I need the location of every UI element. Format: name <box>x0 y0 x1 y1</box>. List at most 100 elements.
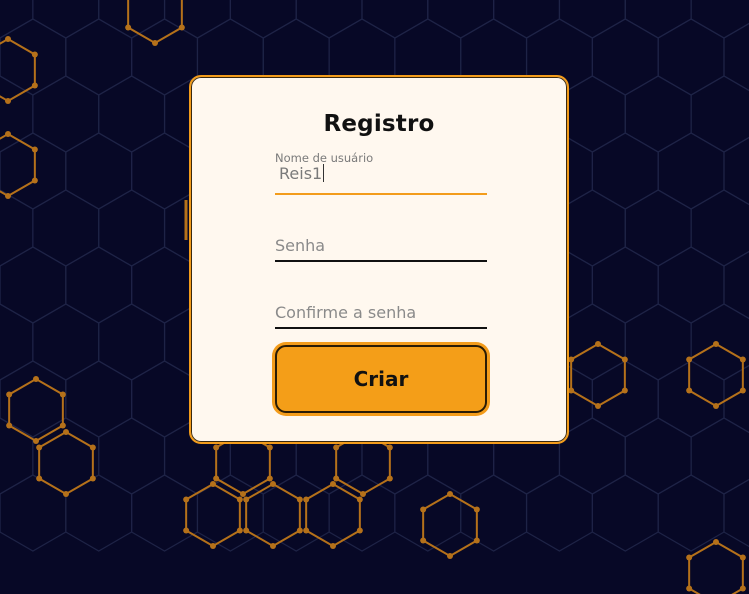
faint-hexagon <box>525 474 593 552</box>
hex-node-dot <box>270 543 276 549</box>
hex-node-dot <box>266 475 273 482</box>
faint-hexagon <box>591 246 659 324</box>
hex-node-dot <box>296 496 303 503</box>
faint-hexagon <box>591 474 659 552</box>
username-underline <box>275 193 487 195</box>
confirm-password-field[interactable]: Confirme a senha <box>275 302 487 332</box>
hex-node-dot <box>621 387 628 394</box>
faint-hexagon <box>0 0 34 39</box>
faint-hexagon <box>558 189 626 267</box>
create-button[interactable]: Criar <box>275 345 487 413</box>
hex-node-dot <box>36 475 43 482</box>
faint-hexagon <box>558 0 626 39</box>
hex-node-dot <box>6 391 13 398</box>
faint-hexagon <box>723 478 749 548</box>
hex-node-dot <box>243 527 250 534</box>
hex-node-dot <box>621 356 628 363</box>
username-field[interactable]: Nome de usuário Reis1 <box>275 151 487 197</box>
hex-node-dot <box>33 376 39 382</box>
hex-node-dot <box>386 444 393 451</box>
hex-node-dot <box>63 491 69 497</box>
hex-node-dot <box>595 403 601 409</box>
faint-hexagon <box>98 189 166 267</box>
faint-hexagon <box>690 189 749 267</box>
hex-node-dot <box>686 356 693 363</box>
faint-hexagon <box>361 0 429 39</box>
username-label: Nome de usuário <box>275 151 374 165</box>
hex-node-dot <box>330 543 336 549</box>
faint-hexagon <box>558 303 626 381</box>
hex-node-dot <box>296 527 303 534</box>
text-caret <box>323 164 325 182</box>
faint-hexagon <box>32 0 100 39</box>
faint-hexagon <box>690 0 749 39</box>
hex-node-dot <box>63 429 69 435</box>
username-input[interactable]: Reis1 <box>279 164 322 183</box>
hex-node-dot <box>31 177 38 184</box>
hex-node-dot <box>5 193 11 199</box>
faint-hexagon <box>624 303 692 381</box>
hex-node-dot <box>5 131 11 137</box>
faint-hexagon <box>0 303 34 381</box>
accent-hexagon <box>422 492 478 558</box>
hex-node-dot <box>270 481 276 487</box>
faint-hexagon <box>591 18 659 96</box>
hex-node-dot <box>568 356 575 363</box>
hex-node-dot <box>330 481 336 487</box>
hex-node-dot <box>31 82 38 89</box>
form-title: Registro <box>323 111 435 137</box>
faint-hexagon <box>65 18 133 96</box>
hex-node-dot <box>739 554 746 561</box>
hex-node-dot <box>59 391 66 398</box>
faint-hexagon <box>131 132 199 210</box>
faint-hexagon <box>427 0 495 39</box>
password-field[interactable]: Senha <box>275 235 487 265</box>
faint-hexagon <box>0 75 34 153</box>
faint-hexagon <box>657 132 725 210</box>
faint-hexagon <box>65 474 133 552</box>
hex-node-dot <box>473 506 480 513</box>
hex-node-dot <box>213 444 220 451</box>
accent-hexagon <box>305 482 361 548</box>
accent-hexagon <box>0 37 36 103</box>
faint-hexagon <box>657 474 725 552</box>
faint-hexagon <box>0 474 67 552</box>
hex-node-dot <box>240 491 246 497</box>
hex-node-dot <box>686 585 693 592</box>
faint-hexagon <box>657 246 725 324</box>
faint-hexagon <box>65 132 133 210</box>
hex-node-dot <box>333 475 340 482</box>
confirm-underline <box>275 327 487 329</box>
hex-node-dot <box>89 444 96 451</box>
accent-hexagon <box>570 342 626 408</box>
hex-node-dot <box>89 475 96 482</box>
faint-hexagon <box>32 189 100 267</box>
hex-node-dot <box>303 496 310 503</box>
hex-node-dot <box>6 422 13 429</box>
register-card: Registro Nome de usuário Reis1 Senha Con… <box>189 75 569 444</box>
faint-hexagon <box>32 303 100 381</box>
accent-hexagon <box>688 540 744 594</box>
hex-node-dot <box>33 438 39 444</box>
hex-node-dot <box>59 422 66 429</box>
faint-hexagon <box>657 360 725 438</box>
hex-node-dot <box>360 491 366 497</box>
confirm-password-input[interactable]: Confirme a senha <box>275 303 416 322</box>
accent-hexagon <box>0 132 36 198</box>
hex-node-dot <box>420 506 427 513</box>
hex-node-dot <box>739 356 746 363</box>
faint-hexagon <box>32 75 100 153</box>
hex-node-dot <box>183 527 190 534</box>
hex-node-dot <box>568 387 575 394</box>
accent-hexagon <box>185 482 241 548</box>
faint-hexagon <box>98 0 166 39</box>
hex-node-dot <box>713 403 719 409</box>
hex-node-dot <box>210 481 216 487</box>
hex-node-dot <box>386 475 393 482</box>
accent-hexagon <box>127 0 183 45</box>
hex-node-dot <box>739 387 746 394</box>
faint-hexagon <box>394 474 462 552</box>
hex-node-dot <box>739 585 746 592</box>
password-input[interactable]: Senha <box>275 236 325 255</box>
accent-hexagon <box>8 377 64 443</box>
